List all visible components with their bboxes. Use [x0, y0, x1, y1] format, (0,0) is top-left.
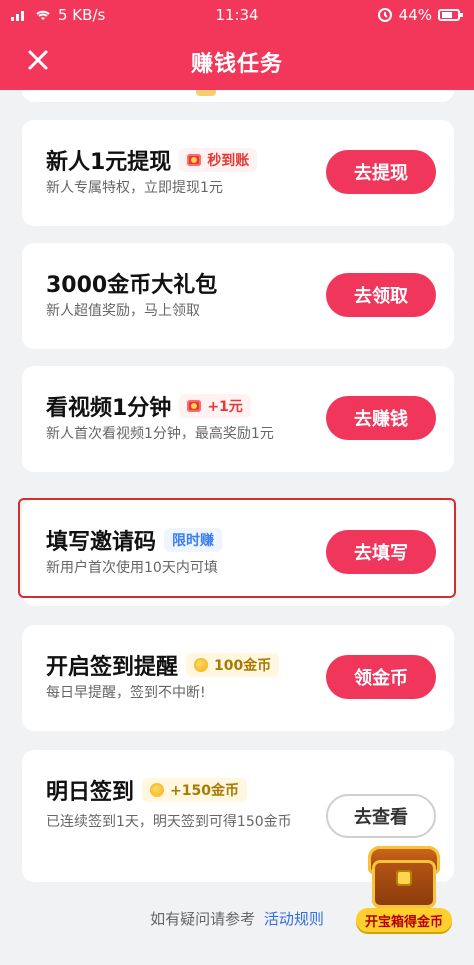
- footer-text: 如有疑问请参考: [150, 910, 256, 928]
- view-button[interactable]: 去查看: [326, 794, 436, 838]
- task-card-signin-reminder: 开启签到提醒 100金币 每日早提醒，签到不中断! 领金币: [22, 625, 454, 731]
- alarm-icon: [377, 8, 392, 22]
- claim-button[interactable]: 去领取: [326, 273, 436, 317]
- page-title: 赚钱任务: [190, 52, 283, 77]
- treasure-chest-button[interactable]: 开宝箱得金币: [356, 840, 452, 940]
- task-card-watch-video: 看视频1分钟 +1元 新人首次看视频1分钟，最高奖励1元 去赚钱: [22, 366, 454, 472]
- status-right: 44%: [377, 6, 464, 24]
- lock-icon: [396, 870, 412, 886]
- task-title: 开启签到提醒 100金币: [46, 649, 280, 681]
- previous-card-edge: [22, 90, 454, 102]
- task-subtitle: 每日早提醒，签到不中断!: [46, 685, 206, 701]
- status-bar: 5 KB/s 11:34 44%: [0, 0, 474, 30]
- coin-icon: [150, 783, 165, 797]
- battery-icon: [438, 9, 463, 21]
- reward-badge: +1元: [179, 394, 251, 418]
- task-title: 新人1元提现 秒到账: [46, 144, 258, 176]
- withdraw-button[interactable]: 去提现: [326, 150, 436, 194]
- earn-button[interactable]: 去赚钱: [326, 396, 436, 440]
- rules-link[interactable]: 活动规则: [264, 910, 324, 928]
- red-envelope-icon: [187, 400, 202, 412]
- instant-badge: 秒到账: [179, 148, 258, 172]
- battery-percent: 44%: [398, 6, 432, 24]
- task-subtitle: 新人超值奖励，马上领取: [46, 303, 200, 319]
- red-envelope-icon: [187, 154, 202, 166]
- task-title: 明日签到 +150金币: [46, 774, 247, 806]
- coin-badge: 100金币: [186, 653, 280, 677]
- selection-highlight: [18, 498, 456, 598]
- task-card-gift-pack: 3000金币大礼包 新人超值奖励，马上领取 去领取: [22, 243, 454, 349]
- task-subtitle: 新人专属特权，立即提现1元: [46, 180, 223, 196]
- coin-badge: +150金币: [142, 778, 247, 802]
- top-bar: 赚钱任务: [0, 30, 474, 90]
- task-title: 看视频1分钟 +1元: [46, 390, 251, 422]
- treasure-label: 开宝箱得金币: [356, 908, 452, 932]
- task-card-withdraw: 新人1元提现 秒到账 新人专属特权，立即提现1元 去提现: [22, 120, 454, 226]
- task-subtitle: 已连续签到1天，明天签到可得150金币: [46, 814, 292, 830]
- gold-decoration: [196, 90, 216, 96]
- get-coins-button[interactable]: 领金币: [326, 655, 436, 699]
- task-title: 3000金币大礼包: [46, 273, 218, 298]
- task-subtitle: 新人首次看视频1分钟，最高奖励1元: [46, 426, 274, 442]
- coin-icon: [194, 658, 209, 672]
